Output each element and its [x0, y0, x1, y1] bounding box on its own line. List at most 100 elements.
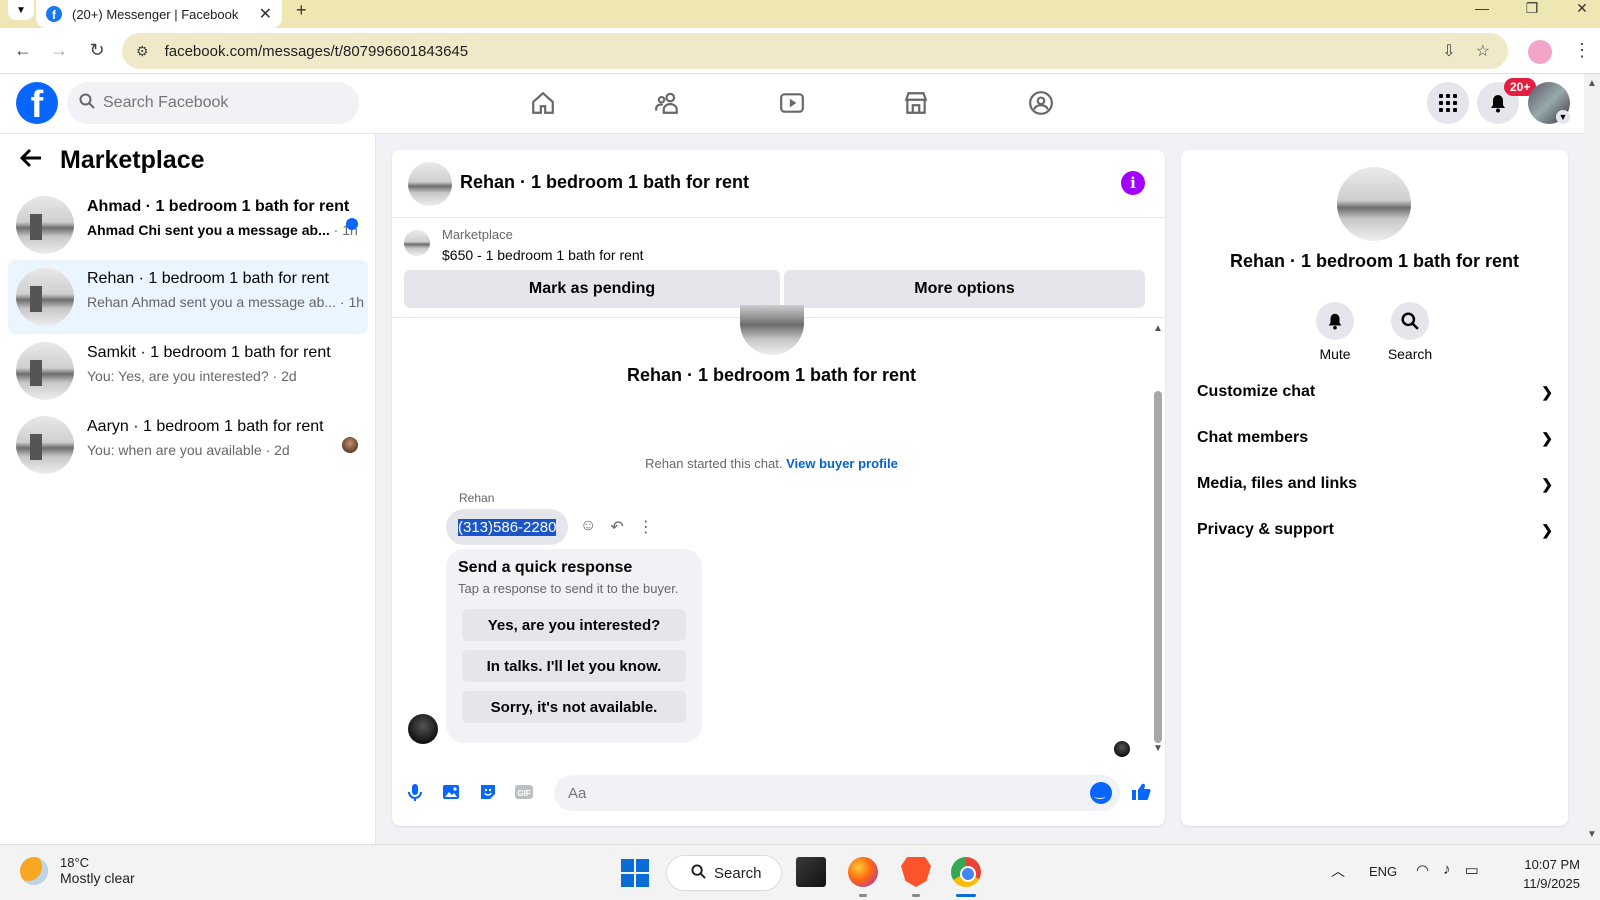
home-icon[interactable]: [528, 88, 558, 118]
back-arrow-icon[interactable]: [19, 147, 42, 175]
mute-button[interactable]: Mute: [1295, 302, 1375, 362]
emoji-icon[interactable]: [1090, 782, 1112, 804]
volume-icon[interactable]: ♪: [1443, 861, 1451, 879]
back-arrow-icon[interactable]: ←: [12, 40, 34, 61]
view-buyer-profile-link[interactable]: View buyer profile: [786, 456, 898, 471]
marketplace-icon[interactable]: [901, 88, 931, 118]
conversation-item[interactable]: Ahmad · 1 bedroom 1 bath for rent Ahmad …: [8, 188, 368, 262]
browser-toolbar: ← → ↻ ⚙ facebook.com/messages/t/80799660…: [0, 28, 1600, 74]
input-language[interactable]: ENG: [1369, 864, 1397, 879]
search-label: Search: [1387, 346, 1433, 362]
section-label: Chat members: [1197, 429, 1309, 446]
unread-indicator: [346, 218, 358, 230]
groups-icon[interactable]: [1026, 88, 1056, 118]
listing-price[interactable]: $650 - 1 bedroom 1 bath for rent: [442, 247, 644, 263]
details-avatar[interactable]: [1337, 167, 1411, 241]
photo-icon[interactable]: [440, 781, 462, 803]
wifi-icon[interactable]: ◠: [1416, 861, 1429, 879]
conversation-item-active[interactable]: Rehan · 1 bedroom 1 bath for rent Rehan …: [8, 260, 368, 334]
scroll-down-icon[interactable]: ▼: [1153, 743, 1163, 754]
forward-arrow-icon[interactable]: →: [48, 40, 70, 61]
taskbar-search-label: Search: [714, 864, 762, 882]
conversation-item[interactable]: Aaryn · 1 bedroom 1 bath for rent You: w…: [8, 408, 368, 482]
file-explorer-icon[interactable]: [796, 857, 826, 887]
message-input[interactable]: [568, 784, 1068, 802]
scroll-down-icon[interactable]: ▼: [1587, 829, 1597, 840]
marketplace-listing-strip: Marketplace $650 - 1 bedroom 1 bath for …: [392, 218, 1165, 318]
browser-tab[interactable]: f (20+) Messenger | Facebook ✕: [36, 0, 282, 28]
scrollbar-thumb[interactable]: [1154, 391, 1162, 743]
facebook-header: f 20+ ▼: [0, 74, 1584, 134]
show-hidden-icons-icon[interactable]: ︿: [1331, 861, 1345, 881]
info-icon[interactable]: i: [1121, 171, 1145, 195]
media-files-links-section[interactable]: Media, files and links ❯: [1197, 464, 1553, 504]
chat-avatar[interactable]: [408, 162, 452, 206]
more-options-button[interactable]: More options: [784, 270, 1145, 308]
new-tab-icon[interactable]: +: [296, 0, 307, 21]
thread-scrollbar[interactable]: ▲ ▼: [1151, 319, 1165, 759]
brave-browser-icon[interactable]: [901, 857, 931, 887]
browser-tab-strip: ▼ f (20+) Messenger | Facebook ✕ + — ❐ ✕: [0, 0, 1600, 28]
sticker-icon[interactable]: [477, 781, 499, 803]
conversation-item[interactable]: Samkit · 1 bedroom 1 bath for rent You: …: [8, 334, 368, 408]
quick-response-option[interactable]: Yes, are you interested?: [462, 609, 686, 641]
bookmark-star-icon[interactable]: ☆: [1476, 41, 1490, 61]
browser-profile-avatar[interactable]: [1528, 40, 1552, 64]
maximize-icon[interactable]: ❐: [1522, 0, 1542, 17]
scroll-up-icon[interactable]: ▲: [1153, 323, 1163, 334]
chat-members-section[interactable]: Chat members ❯: [1197, 418, 1553, 458]
windows-start-icon[interactable]: [621, 859, 649, 887]
minimize-icon[interactable]: —: [1472, 0, 1492, 17]
search-in-chat-button[interactable]: Search: [1370, 302, 1450, 362]
react-emoji-icon[interactable]: ☺: [580, 517, 596, 537]
quick-response-option[interactable]: Sorry, it's not available.: [462, 691, 686, 723]
read-receipt-avatar: [1114, 741, 1130, 757]
chat-title[interactable]: Rehan · 1 bedroom 1 bath for rent: [460, 172, 749, 193]
tab-search-dropdown[interactable]: ▼: [8, 0, 34, 20]
customize-chat-section[interactable]: Customize chat ❯: [1197, 372, 1553, 412]
search-icon: [79, 93, 95, 114]
reload-icon[interactable]: ↻: [86, 40, 108, 61]
menu-grid-icon[interactable]: [1427, 82, 1469, 124]
taskbar-search[interactable]: Search: [666, 855, 782, 891]
running-indicator: [859, 894, 867, 897]
address-bar[interactable]: ⚙ facebook.com/messages/t/80799660184364…: [122, 33, 1508, 69]
weather-widget[interactable]: 18°C Mostly clear: [20, 855, 135, 886]
close-window-icon[interactable]: ✕: [1572, 0, 1592, 17]
site-settings-icon[interactable]: ⚙: [136, 43, 149, 60]
video-icon[interactable]: [777, 88, 807, 118]
firefox-icon[interactable]: [848, 857, 878, 887]
message-input-box[interactable]: [554, 775, 1120, 811]
quick-response-option[interactable]: In talks. I'll let you know.: [462, 650, 686, 682]
chrome-icon[interactable]: [951, 857, 981, 887]
microphone-icon[interactable]: [404, 781, 426, 803]
message-bubble[interactable]: (313)586-2280: [446, 509, 569, 545]
page-scrollbar[interactable]: ▲ ▼: [1584, 74, 1600, 844]
conversation-snippet: Rehan Ahmad sent you a message ab... · 1…: [87, 294, 365, 310]
search-input[interactable]: [103, 94, 343, 112]
tab-close-icon[interactable]: ✕: [259, 4, 272, 24]
listing-thumbnail: [16, 196, 74, 254]
mark-as-pending-button[interactable]: Mark as pending: [404, 270, 780, 308]
privacy-support-section[interactable]: Privacy & support ❯: [1197, 510, 1553, 550]
friends-icon[interactable]: [652, 88, 682, 118]
browser-menu-icon[interactable]: ⋮: [1573, 40, 1591, 61]
scroll-up-icon[interactable]: ▲: [1587, 78, 1597, 89]
thumbs-up-icon[interactable]: [1130, 781, 1152, 803]
message-thread: Rehan · 1 bedroom 1 bath for rent Rehan …: [392, 305, 1165, 759]
reply-icon[interactable]: ↶: [610, 517, 623, 537]
system-clock[interactable]: 10:07 PM 11/9/2025: [1502, 855, 1580, 893]
account-chevron-icon[interactable]: ▼: [1556, 110, 1570, 124]
facebook-logo-icon[interactable]: f: [16, 82, 58, 124]
listing-thumbnail[interactable]: [404, 230, 430, 256]
svg-text:GIF: GIF: [517, 789, 530, 798]
gif-icon[interactable]: GIF: [513, 781, 535, 803]
details-title: Rehan · 1 bedroom 1 bath for rent: [1229, 251, 1520, 271]
install-app-icon[interactable]: ⇩: [1442, 41, 1455, 61]
battery-icon[interactable]: ▭: [1465, 861, 1479, 879]
facebook-search[interactable]: [67, 82, 359, 124]
more-icon[interactable]: ⋮: [638, 517, 654, 537]
quick-response-subtext: Tap a response to send it to the buyer.: [458, 581, 679, 596]
sender-name: Rehan: [459, 491, 495, 505]
sender-avatar[interactable]: [408, 714, 438, 744]
